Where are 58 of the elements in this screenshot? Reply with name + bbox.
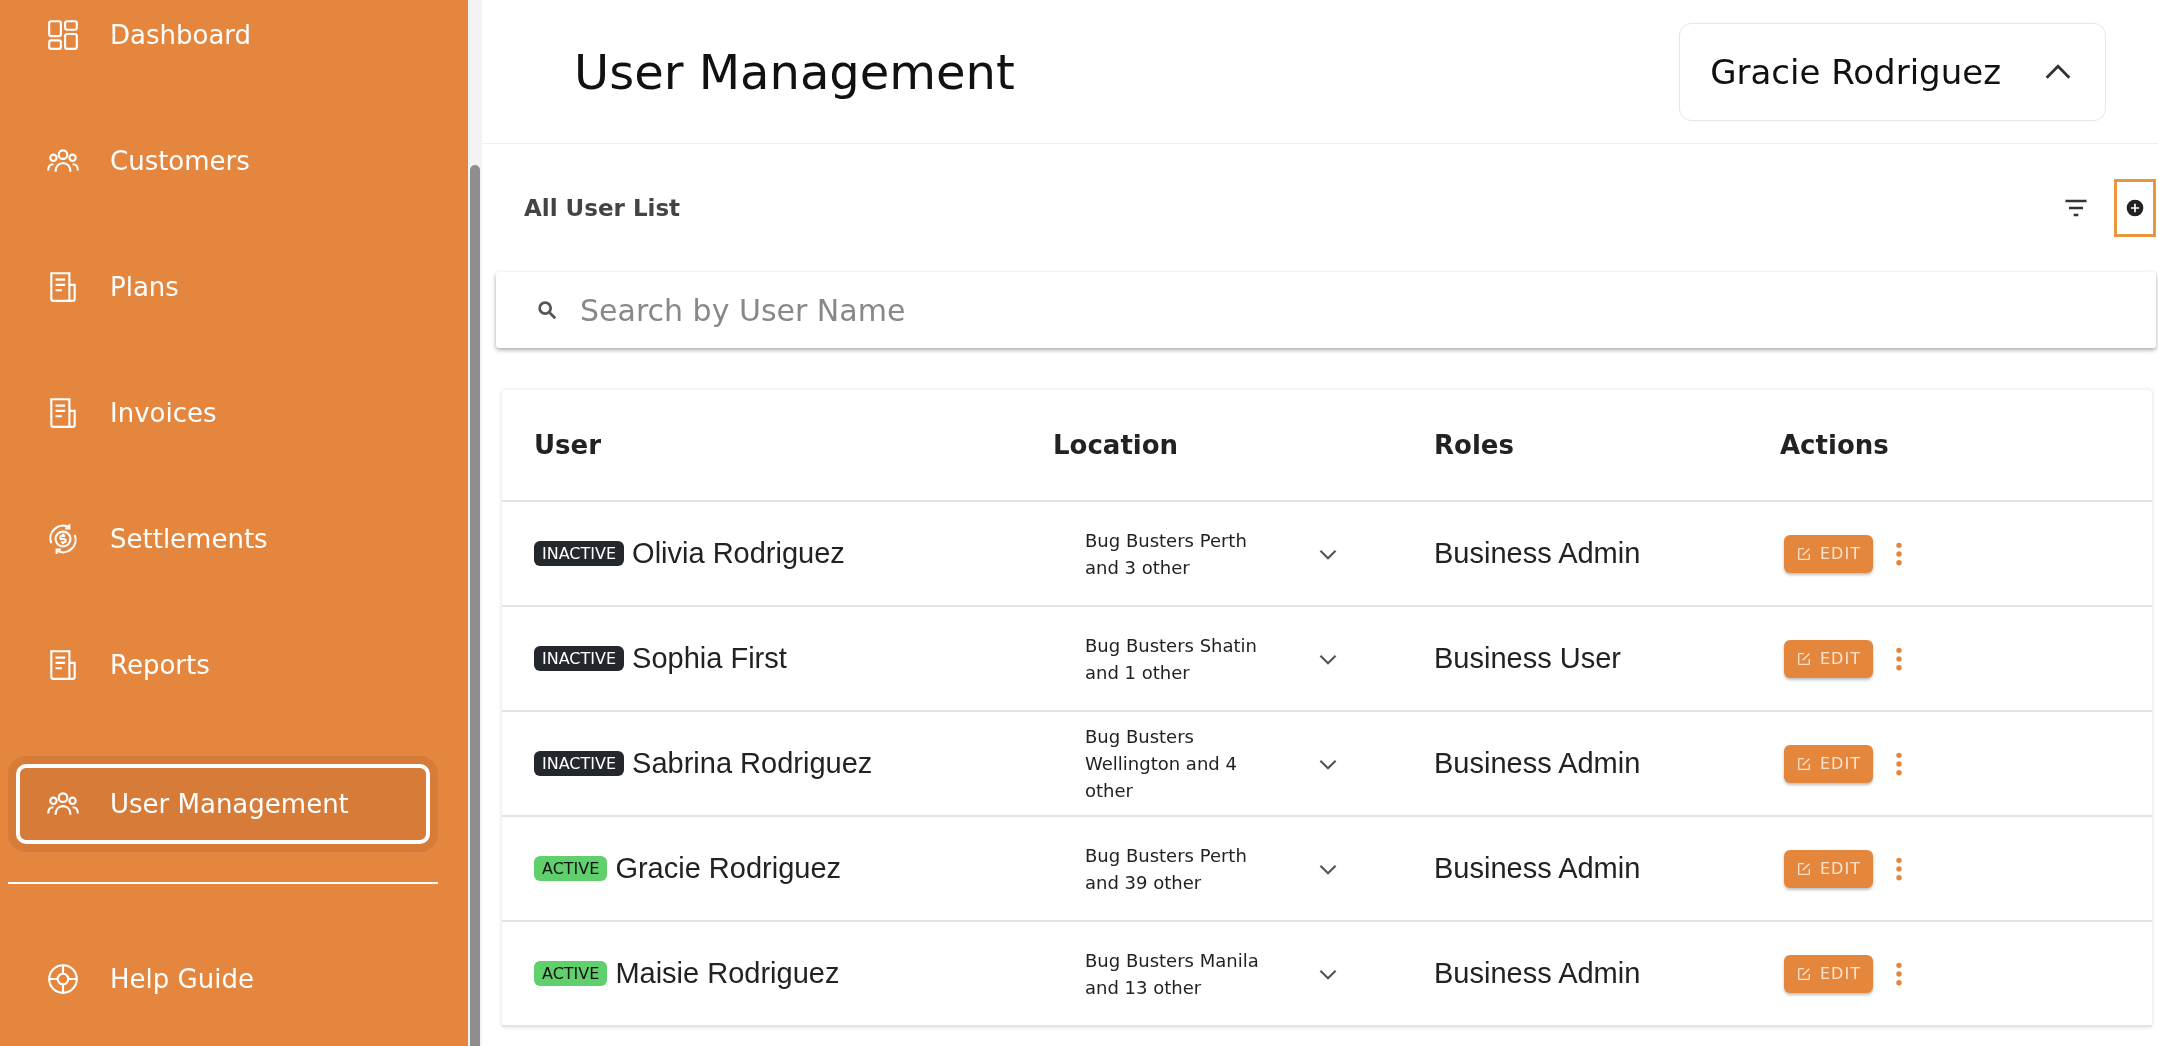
search-field[interactable]: Search by User Name — [578, 291, 2156, 329]
edit-icon — [1796, 755, 1812, 772]
status-badge: INACTIVE — [534, 751, 625, 776]
profile-dropdown[interactable]: Gracie Rodriguez — [1679, 22, 2106, 121]
edit-icon — [1796, 965, 1812, 982]
plus-circle-icon — [2125, 198, 2145, 218]
page-title: User Management — [574, 43, 1015, 100]
sidebar-item[interactable]: Plans — [8, 252, 460, 322]
role-text: Business Admin — [1434, 852, 1642, 885]
status-badge: ACTIVE — [534, 961, 608, 986]
more-options-icon[interactable] — [1894, 540, 1903, 567]
sidebar-item[interactable]: Settlements — [8, 504, 460, 574]
edit-button[interactable]: EDIT — [1784, 744, 1873, 783]
column-header: Roles — [1434, 430, 1515, 460]
sidebar-item[interactable]: Invoices — [8, 378, 460, 448]
location-text: Bug Busters Perth and 3 other — [1085, 528, 1248, 580]
user-name: Gracie Rodriguez — [615, 852, 842, 885]
role-text: Business Admin — [1434, 537, 1642, 570]
money-cycle-icon — [46, 522, 80, 556]
sidebar-item[interactable]: Customers — [8, 126, 460, 196]
location-text: Bug Busters Shatin and 1 other — [1085, 633, 1258, 685]
user-name: Olivia Rodriguez — [632, 537, 845, 570]
more-options-icon[interactable] — [1894, 855, 1903, 882]
edit-button[interactable]: EDIT — [1784, 639, 1873, 678]
more-options-icon[interactable] — [1894, 750, 1903, 777]
role-text: Business User — [1434, 642, 1622, 675]
status-badge: INACTIVE — [534, 646, 625, 671]
edit-button[interactable]: EDIT — [1784, 954, 1873, 993]
more-options-icon[interactable] — [1894, 960, 1903, 987]
grid-icon — [46, 18, 80, 52]
sidebar-item[interactable]: Reports — [8, 630, 460, 700]
location-text: Bug Busters Perth and 39 other — [1085, 843, 1248, 895]
lifebuoy-icon — [46, 962, 80, 996]
list-title: All User List — [524, 195, 682, 221]
sidebar-item[interactable]: Dashboard — [8, 0, 460, 70]
role-text: Business Admin — [1434, 957, 1642, 990]
user-name: Maisie Rodriguez — [615, 957, 840, 990]
column-header: Actions — [1780, 430, 1890, 460]
column-header: Location — [1053, 430, 1180, 460]
more-options-icon[interactable] — [1894, 645, 1903, 672]
user-name: Sabrina Rodriguez — [632, 747, 873, 780]
edit-button[interactable]: EDIT — [1784, 534, 1873, 573]
edit-icon — [1796, 545, 1812, 562]
role-text: Business Admin — [1434, 747, 1642, 780]
location-text: Bug Busters Manila and 13 other — [1085, 948, 1260, 1000]
edit-icon — [1796, 650, 1812, 667]
status-badge: INACTIVE — [534, 541, 625, 566]
edit-icon — [1796, 860, 1812, 877]
location-text: Bug Busters Wellington and 4 other — [1085, 725, 1238, 803]
scrollbar[interactable] — [468, 0, 482, 1046]
edit-button[interactable]: EDIT — [1784, 849, 1873, 888]
sidebar-item[interactable]: User Management — [8, 756, 438, 852]
status-badge: ACTIVE — [534, 856, 608, 881]
column-header: User — [534, 430, 603, 460]
user-name: Sophia First — [632, 642, 787, 675]
search-icon — [536, 299, 558, 321]
sidebar-item[interactable]: Help Guide — [8, 944, 460, 1014]
add-button[interactable] — [2114, 179, 2156, 237]
